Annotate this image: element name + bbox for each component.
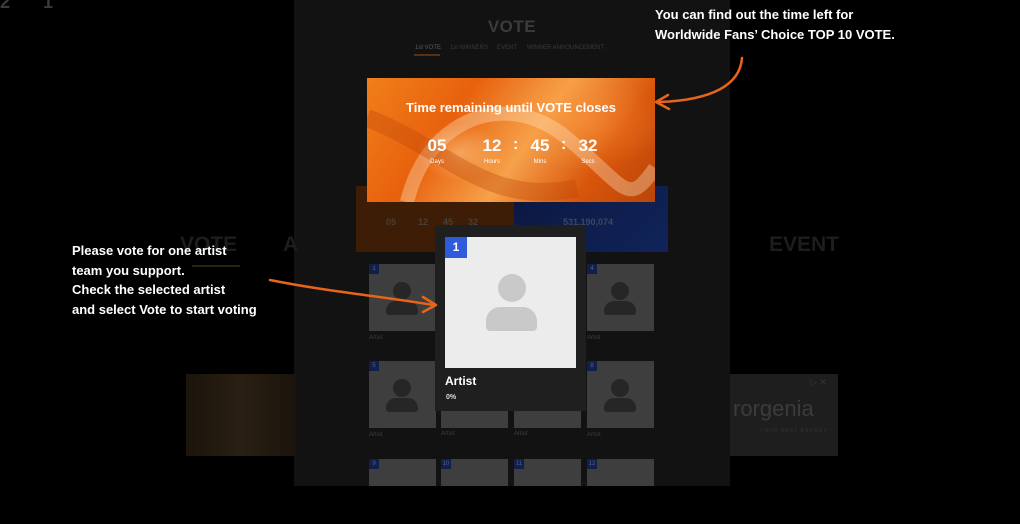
- arrow-to-card: [268, 278, 435, 307]
- arrow-to-countdown: [658, 56, 744, 104]
- annotation-arrows: [268, 56, 744, 314]
